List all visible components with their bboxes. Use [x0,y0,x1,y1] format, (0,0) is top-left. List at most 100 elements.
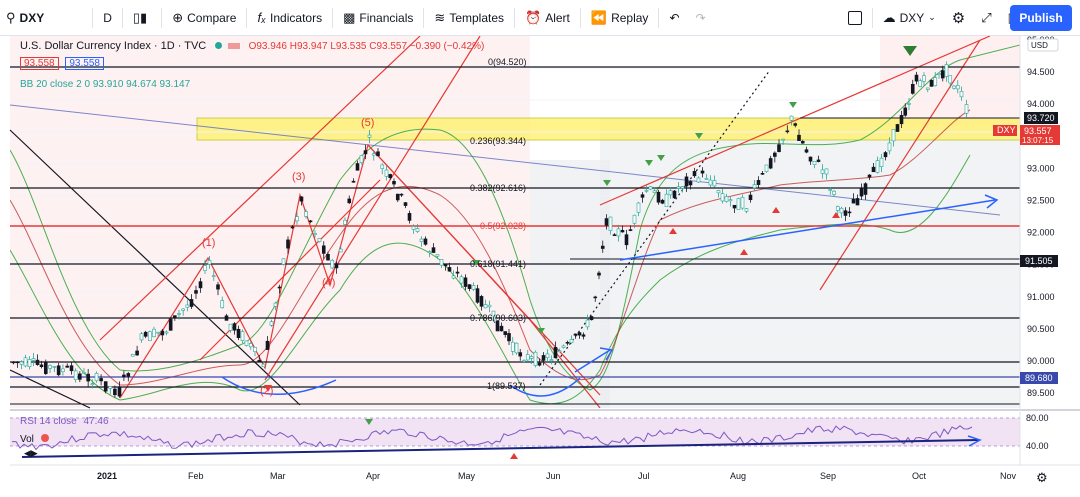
templates-button[interactable]: ≋ Templates [426,0,512,36]
candle-body [922,75,926,82]
candle-body [777,144,781,153]
candle-body [321,245,326,254]
publish-button[interactable]: Publish [1010,5,1072,31]
candle-body [273,302,278,307]
candle-body [326,253,330,261]
chart-svg[interactable]: (1) (2) (3) (4) (5) 0(94.520) 0.236(93.3… [0,36,1080,497]
layout-name-button[interactable]: ☁ DXY ⌄ [875,0,944,36]
candle-body [859,187,864,197]
time-tick: Mar [270,471,286,481]
candle-body [43,361,48,374]
candle-body [708,179,713,186]
chevron-down-icon: ⌄ [928,12,936,22]
candle-body [883,152,888,158]
candle-body [925,87,930,90]
financials-button[interactable]: ▩ Financials [335,0,421,36]
alert-button[interactable]: ⏰ Alert [517,0,578,36]
candle-body [593,296,598,299]
candle-body [475,288,480,303]
candle-body [189,299,194,307]
candle-body [395,193,400,201]
compare-button[interactable]: ⊕ Compare [164,0,244,36]
candle-body [290,226,295,229]
candle-body [895,124,900,132]
candle-body [23,357,28,367]
rsi-legend[interactable]: RSI 14 close 47.46 [20,416,109,427]
candle-body [944,64,949,77]
candle-body [514,342,519,354]
candle-body [388,174,393,178]
candle-body [261,363,266,367]
candle-body [168,318,173,331]
undo-button[interactable]: ↶ [661,0,687,36]
settings-button[interactable]: ⚙ [944,0,973,36]
candle-body [31,358,36,361]
candle-body [439,259,444,266]
replay-button[interactable]: ⏪ Replay [583,0,657,36]
candle-body [156,331,160,334]
sell-price-box[interactable]: 93.558 [20,57,59,70]
badge-89680-text: 89.680 [1025,373,1053,383]
rsi-value: 47.46 [83,416,109,427]
candle-body [553,347,558,359]
redo-icon: ↷ [695,10,706,25]
candle-body [680,186,685,189]
collapse-icon[interactable]: ◀▶ [24,449,38,459]
candle-body [700,170,705,174]
candle-body [56,365,61,376]
candle-body [384,169,389,177]
candle-body [732,204,737,209]
templates-label: Templates [449,10,505,25]
chart-type-button[interactable]: ▯▮ [125,0,159,36]
candle-body [867,174,872,178]
price-tick: 94.500 [1027,67,1055,77]
candle-body [211,275,216,278]
divider [658,7,660,28]
candle-body [483,304,488,309]
candle-body [308,220,313,223]
chart-area[interactable]: (1) (2) (3) (4) (5) 0(94.520) 0.236(93.3… [0,36,1080,497]
rsi-axis[interactable]: 80.00 40.00 [1026,413,1049,451]
fib-label-0: 0(94.520) [488,57,527,67]
candle-body [90,383,95,386]
redo-button[interactable]: ↷ [688,0,714,36]
gear-icon[interactable]: ⚙ [1036,471,1048,486]
candle-body [748,194,753,200]
layout-button[interactable] [840,0,870,36]
candle-body [879,157,884,168]
wave-label-3: (3) [292,171,305,183]
price-axis[interactable]: 95.00094.50094.00093.50093.00092.50092.0… [1027,36,1055,398]
candle-body [668,190,673,196]
top-toolbar: ⚲ DXY D ▯▮ ⊕ Compare fₓ Indicators ▩ Fin… [0,0,1080,36]
buy-price-box[interactable]: 93.558 [65,57,104,70]
symbol-search-button[interactable]: ⚲ DXY [0,0,52,36]
candle-body [577,332,582,336]
divider [161,7,163,28]
candle-body [640,194,645,198]
instrument-title[interactable]: U.S. Dollar Currency Index · 1D · TVC [20,40,206,52]
candle-body [338,248,343,253]
candle-body [164,331,169,334]
candle-body [126,373,131,377]
indicators-button[interactable]: fₓ Indicators [249,0,330,36]
candle-body [122,374,126,378]
chart-legend: U.S. Dollar Currency Index · 1D · TVC O9… [20,40,484,52]
candle-body [628,229,633,231]
candle-body [407,213,412,221]
candle-body [371,153,376,156]
fullscreen-button[interactable]: ⤢ [973,0,999,36]
candle-body [86,373,90,382]
candle-body [228,323,233,331]
function-icon: fₓ [257,10,267,25]
interval-button[interactable]: D [95,0,120,36]
candle-body [139,333,144,341]
candle-body [907,103,911,105]
candle-body [295,216,299,222]
square-icon [847,10,862,25]
time-axis[interactable]: 2021 Feb Mar Apr May Jun Jul Aug Sep Oct Nov [97,471,1017,481]
bollinger-legend[interactable]: BB 20 close 2 0 93.910 94.674 93.147 [20,79,190,90]
candle-body [740,197,745,209]
status-dot [215,42,223,49]
candle-body [265,340,270,350]
volume-legend[interactable]: Vol [20,434,49,445]
